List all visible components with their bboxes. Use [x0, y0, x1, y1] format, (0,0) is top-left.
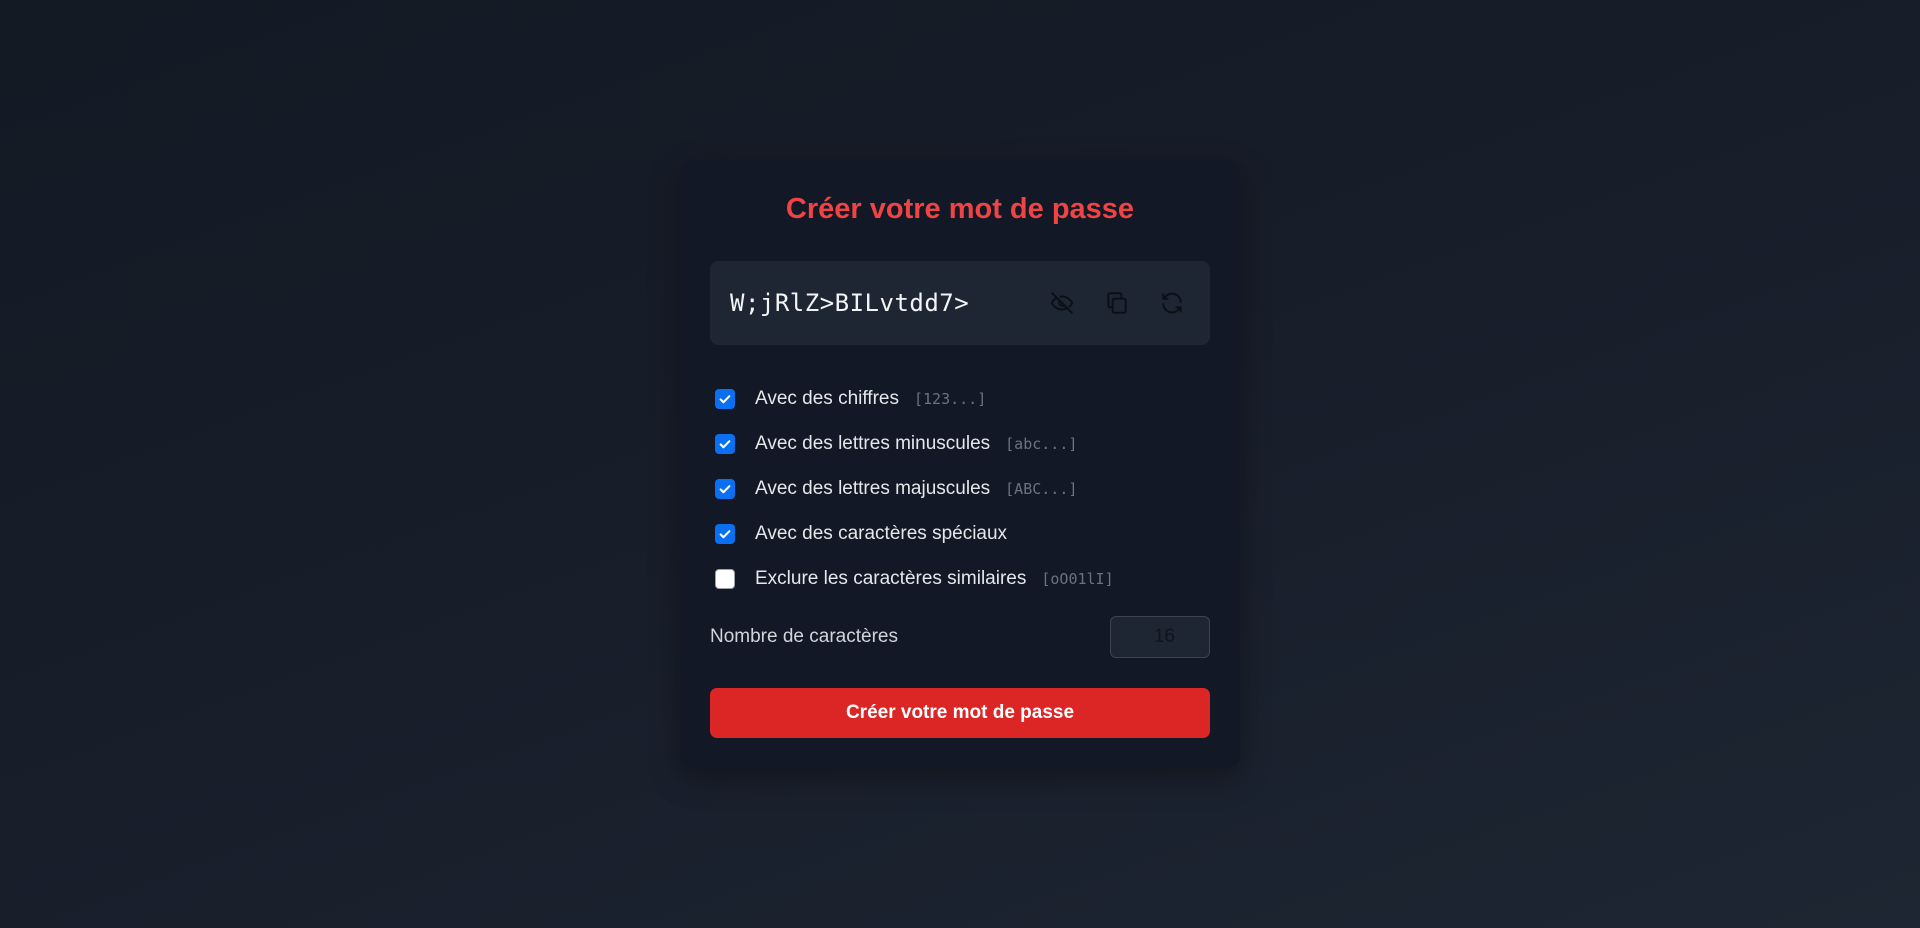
checkmark-icon	[719, 484, 731, 493]
page-title: Créer votre mot de passe	[785, 193, 1135, 225]
option-exclude-similar[interactable]: Exclure les caractères similaires [oO01l…	[710, 556, 1210, 601]
option-hint: [123...]	[913, 389, 987, 408]
password-actions	[1042, 283, 1192, 323]
lowercase-checkbox[interactable]	[715, 433, 735, 454]
option-digits[interactable]: Avec des chiffres [123...]	[710, 376, 1210, 421]
option-label: Avec des chiffres	[755, 387, 899, 409]
option-uppercase[interactable]: Avec des lettres majuscules [ABC...]	[710, 466, 1210, 511]
length-row: Nombre de caractères	[710, 616, 1210, 658]
digits-checkbox[interactable]	[715, 388, 735, 409]
checkmark-icon	[719, 439, 731, 448]
toggle-visibility-button[interactable]	[1042, 283, 1082, 323]
length-input[interactable]	[1110, 616, 1210, 658]
copy-button[interactable]	[1097, 283, 1137, 323]
checkmark-icon	[719, 529, 731, 538]
password-display: W;jRlZ>BILvtdd7>	[710, 261, 1210, 345]
eye-off-icon	[1050, 292, 1074, 314]
option-hint: [oO01lI]	[1041, 569, 1114, 588]
regenerate-button[interactable]	[1152, 283, 1192, 323]
option-hint: [abc...]	[1005, 434, 1078, 453]
length-label: Nombre de caractères	[710, 626, 898, 647]
refresh-icon	[1162, 292, 1182, 314]
option-special[interactable]: Avec des caractères spéciaux	[710, 511, 1210, 556]
option-hint: [ABC...]	[1005, 479, 1078, 498]
option-label: Exclure les caractères similaires	[755, 567, 1027, 589]
generator-card: Créer votre mot de passe W;jRlZ>BILvtdd7…	[680, 160, 1240, 768]
copy-icon	[1107, 292, 1127, 314]
password-text: W;jRlZ>BILvtdd7>	[730, 289, 970, 317]
generate-button[interactable]: Créer votre mot de passe	[710, 688, 1210, 738]
special-checkbox[interactable]	[715, 523, 735, 544]
options-list: Avec des chiffres [123...] Avec des lett…	[710, 376, 1210, 601]
option-lowercase[interactable]: Avec des lettres minuscules [abc...]	[710, 421, 1210, 466]
uppercase-checkbox[interactable]	[715, 478, 735, 499]
exclude-similar-checkbox[interactable]	[715, 568, 735, 589]
option-label: Avec des caractères spéciaux	[755, 522, 1008, 544]
option-label: Avec des lettres majuscules	[755, 477, 991, 499]
checkmark-icon	[719, 394, 731, 403]
option-label: Avec des lettres minuscules	[755, 432, 991, 454]
